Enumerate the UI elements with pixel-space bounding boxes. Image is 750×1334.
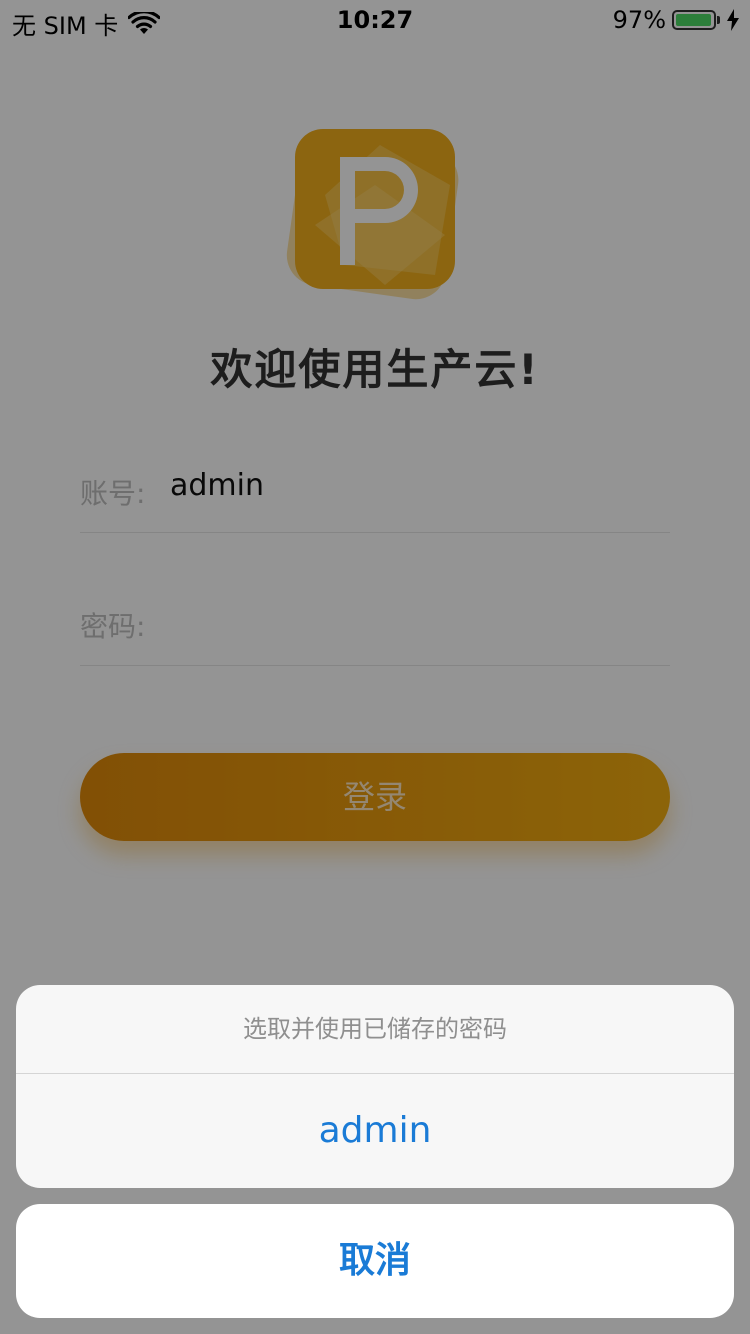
sheet-title: 选取并使用已储存的密码 [16,985,734,1074]
saved-account-option[interactable]: admin [16,1074,734,1188]
cancel-button[interactable]: 取消 [16,1204,734,1318]
saved-password-sheet: 选取并使用已储存的密码 admin [16,985,734,1188]
